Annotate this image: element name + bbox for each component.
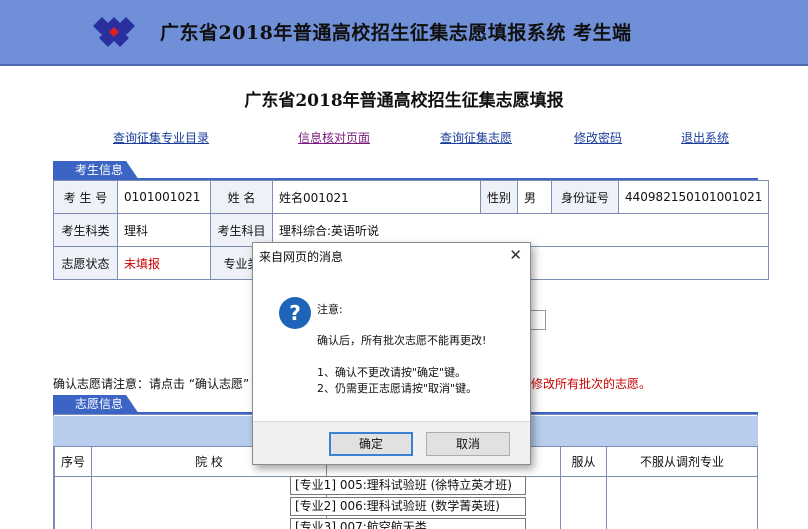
id-label: 身份证号 <box>551 180 620 214</box>
question-icon: ? <box>279 297 311 329</box>
col-index: 序号 <box>54 446 92 477</box>
exam-no-value: 0101001021 <box>117 180 211 214</box>
nav-link-query-volunteers[interactable]: 查询征集志愿 <box>440 129 512 146</box>
category-value: 理科 <box>117 213 211 247</box>
ok-button[interactable]: 确定 <box>329 432 413 456</box>
dialog-instruction-ok: 1、确认不更改请按"确定"键。 <box>317 366 467 379</box>
major-select-1[interactable]: [专业1] 005:理科试验班 (徐特立英才班) <box>290 476 526 495</box>
logo-icon <box>93 17 135 47</box>
col-not-obey: 不服从调剂专业 <box>606 446 758 477</box>
confirm-notice: 确认志愿请注意：请点击 “确认志愿” <box>53 377 250 391</box>
name-value: 姓名001021 <box>272 180 481 214</box>
row-index-cell <box>54 476 92 529</box>
dialog-heading: 注意: <box>317 303 343 316</box>
category-label: 考生科类 <box>53 213 118 247</box>
major-select-3[interactable]: [专业3] 007:航空航天类 <box>290 518 526 529</box>
dialog-instruction-cancel: 2、仍需更正志愿请按"取消"键。 <box>317 382 478 395</box>
nav-link-query-majors[interactable]: 查询征集专业目录 <box>113 129 209 146</box>
dialog-footer: 确定 取消 <box>253 421 530 464</box>
row-obey-cell <box>560 476 607 529</box>
nav-link-change-password[interactable]: 修改密码 <box>574 129 622 146</box>
gender-value: 男 <box>517 180 553 214</box>
nav-link-logout[interactable]: 退出系统 <box>681 129 729 146</box>
id-value: 440982150101001021 <box>618 180 770 214</box>
major-list: [专业1] 005:理科试验班 (徐特立英才班) [专业2] 006:理科试验班… <box>290 476 526 529</box>
hidden-button-edge[interactable] <box>530 310 546 330</box>
confirm-notice-warning: 修改所有批次的志愿。 <box>531 377 652 391</box>
nav-link-info-check[interactable]: 信息核对页面 <box>298 129 370 146</box>
dialog-title: 来自网页的消息 <box>259 250 344 264</box>
name-label: 姓 名 <box>210 180 273 214</box>
gender-label: 性别 <box>479 180 519 214</box>
confirm-dialog: 来自网页的消息 ✕ ? 注意: 确认后，所有批次志愿不能再更改! 1、确认不更改… <box>252 242 531 465</box>
row-not-obey-cell <box>606 476 758 529</box>
major-select-2[interactable]: [专业2] 006:理科试验班 (数学菁英班) <box>290 497 526 516</box>
page-title: 广东省2018年普通高校招生征集志愿填报 <box>244 91 564 111</box>
header-banner: 广东省2018年普通高校招生征集志愿填报系统 考生端 <box>0 0 808 66</box>
dialog-message: 确认后，所有批次志愿不能再更改! <box>317 334 487 347</box>
status-value: 未填报 <box>117 246 211 280</box>
status-label: 志愿状态 <box>53 246 118 280</box>
cancel-button[interactable]: 取消 <box>426 432 510 456</box>
close-icon[interactable]: ✕ <box>509 246 522 264</box>
exam-no-label: 考 生 号 <box>53 180 118 214</box>
col-obey: 服从 <box>560 446 607 477</box>
banner-title: 广东省2018年普通高校招生征集志愿填报系统 考生端 <box>160 22 632 44</box>
